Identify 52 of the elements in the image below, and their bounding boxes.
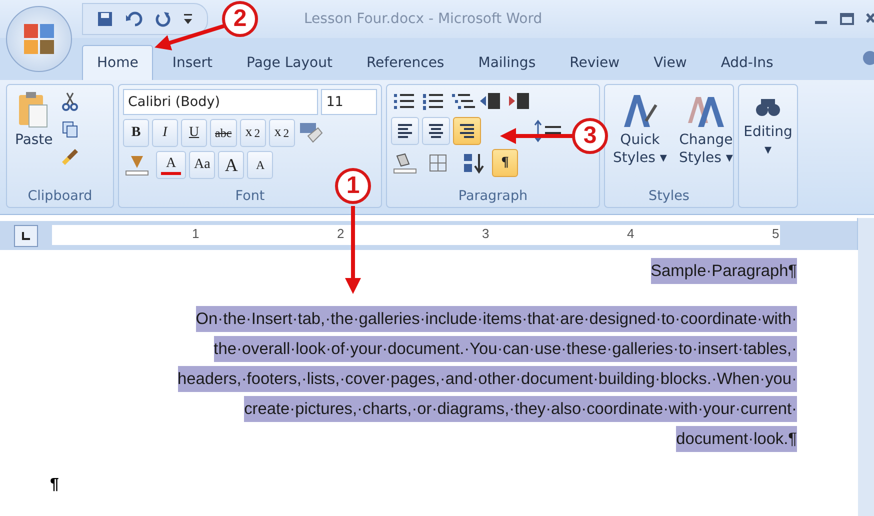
paste-button[interactable]: Paste bbox=[11, 89, 57, 181]
customize-icon[interactable] bbox=[183, 12, 193, 26]
ribbon-tab[interactable]: Home bbox=[82, 45, 154, 80]
help-icon[interactable] bbox=[860, 50, 874, 66]
align-center-icon bbox=[427, 121, 445, 141]
scissors-icon[interactable] bbox=[60, 91, 79, 111]
shrink-font-button[interactable]: A bbox=[247, 151, 274, 179]
ribbon-tab[interactable]: Add-Ins bbox=[706, 45, 788, 80]
format-button[interactable]: B bbox=[123, 119, 149, 147]
tab-selector[interactable] bbox=[14, 225, 38, 247]
align-button[interactable] bbox=[391, 117, 419, 145]
ribbon-tab[interactable]: Page Layout bbox=[232, 45, 348, 80]
align-right-icon bbox=[458, 121, 476, 141]
show-marks-button[interactable]: ¶ bbox=[492, 149, 518, 177]
ribbon-tab[interactable]: References bbox=[351, 45, 460, 80]
format-button[interactable]: abc bbox=[210, 119, 237, 147]
heading-text: Sample·Paragraph¶ bbox=[40, 256, 797, 286]
font-size-field[interactable]: 11 bbox=[321, 89, 377, 115]
ribbon-tab[interactable]: Mailings bbox=[463, 45, 551, 80]
align-left-icon bbox=[396, 121, 414, 141]
font-name-field[interactable]: Calibri (Body) bbox=[123, 89, 318, 115]
office-logo bbox=[22, 22, 56, 56]
quick-styles-button[interactable]: Quick Styles ▾ bbox=[609, 89, 671, 181]
change-case-button[interactable]: Aa bbox=[189, 151, 216, 179]
corner-icon bbox=[21, 231, 31, 241]
paragraph-text: On·the·Insert·tab,·the·galleries·include·items·that·are·designed·to·coordinate·with· the·overall·look·of·your·document.·You·can·use·these·galleries·to·insert·tables,· headers,·footers,·lists,·cover·pages,·and·other·document·building·blocks.·When·you· create·pictures,·charts,·or·diagrams,·they·also·coordinate·with·your·current· document·look.¶ bbox=[40, 304, 797, 454]
group-label: Paragraph bbox=[457, 187, 529, 206]
format-button[interactable]: U bbox=[181, 119, 207, 147]
brush-icon[interactable] bbox=[60, 147, 79, 167]
save-icon[interactable] bbox=[97, 11, 113, 27]
align-button[interactable] bbox=[422, 117, 450, 145]
change-styles-button[interactable]: Change Styles ▾ bbox=[674, 89, 737, 181]
align-button[interactable] bbox=[453, 117, 481, 145]
group-label: Styles bbox=[648, 187, 690, 206]
font-color-button[interactable]: A bbox=[156, 151, 186, 179]
undo-icon[interactable] bbox=[125, 11, 143, 27]
paragraph-mark: ¶ bbox=[50, 476, 59, 494]
maximize-icon[interactable] bbox=[840, 12, 854, 26]
window-title: Lesson Four.docx - Microsoft Word bbox=[304, 11, 542, 27]
ribbon-tab[interactable]: Insert bbox=[157, 45, 228, 80]
format-button[interactable]: I bbox=[152, 119, 178, 147]
group-label: Clipboard bbox=[26, 187, 94, 206]
callout-arrow bbox=[154, 24, 225, 50]
ribbon-tab[interactable]: View bbox=[638, 45, 702, 80]
copy-icon[interactable] bbox=[60, 119, 79, 139]
editing-button[interactable]: Editing ▾ bbox=[739, 85, 797, 162]
redo-icon[interactable] bbox=[155, 11, 171, 27]
ruler: 1 2 3 4 5 bbox=[52, 225, 780, 245]
scrollbar[interactable] bbox=[857, 218, 874, 516]
ribbon-tab[interactable]: Review bbox=[554, 45, 635, 80]
grow-font-button[interactable]: A bbox=[218, 151, 244, 179]
group-label: Font bbox=[234, 187, 266, 206]
